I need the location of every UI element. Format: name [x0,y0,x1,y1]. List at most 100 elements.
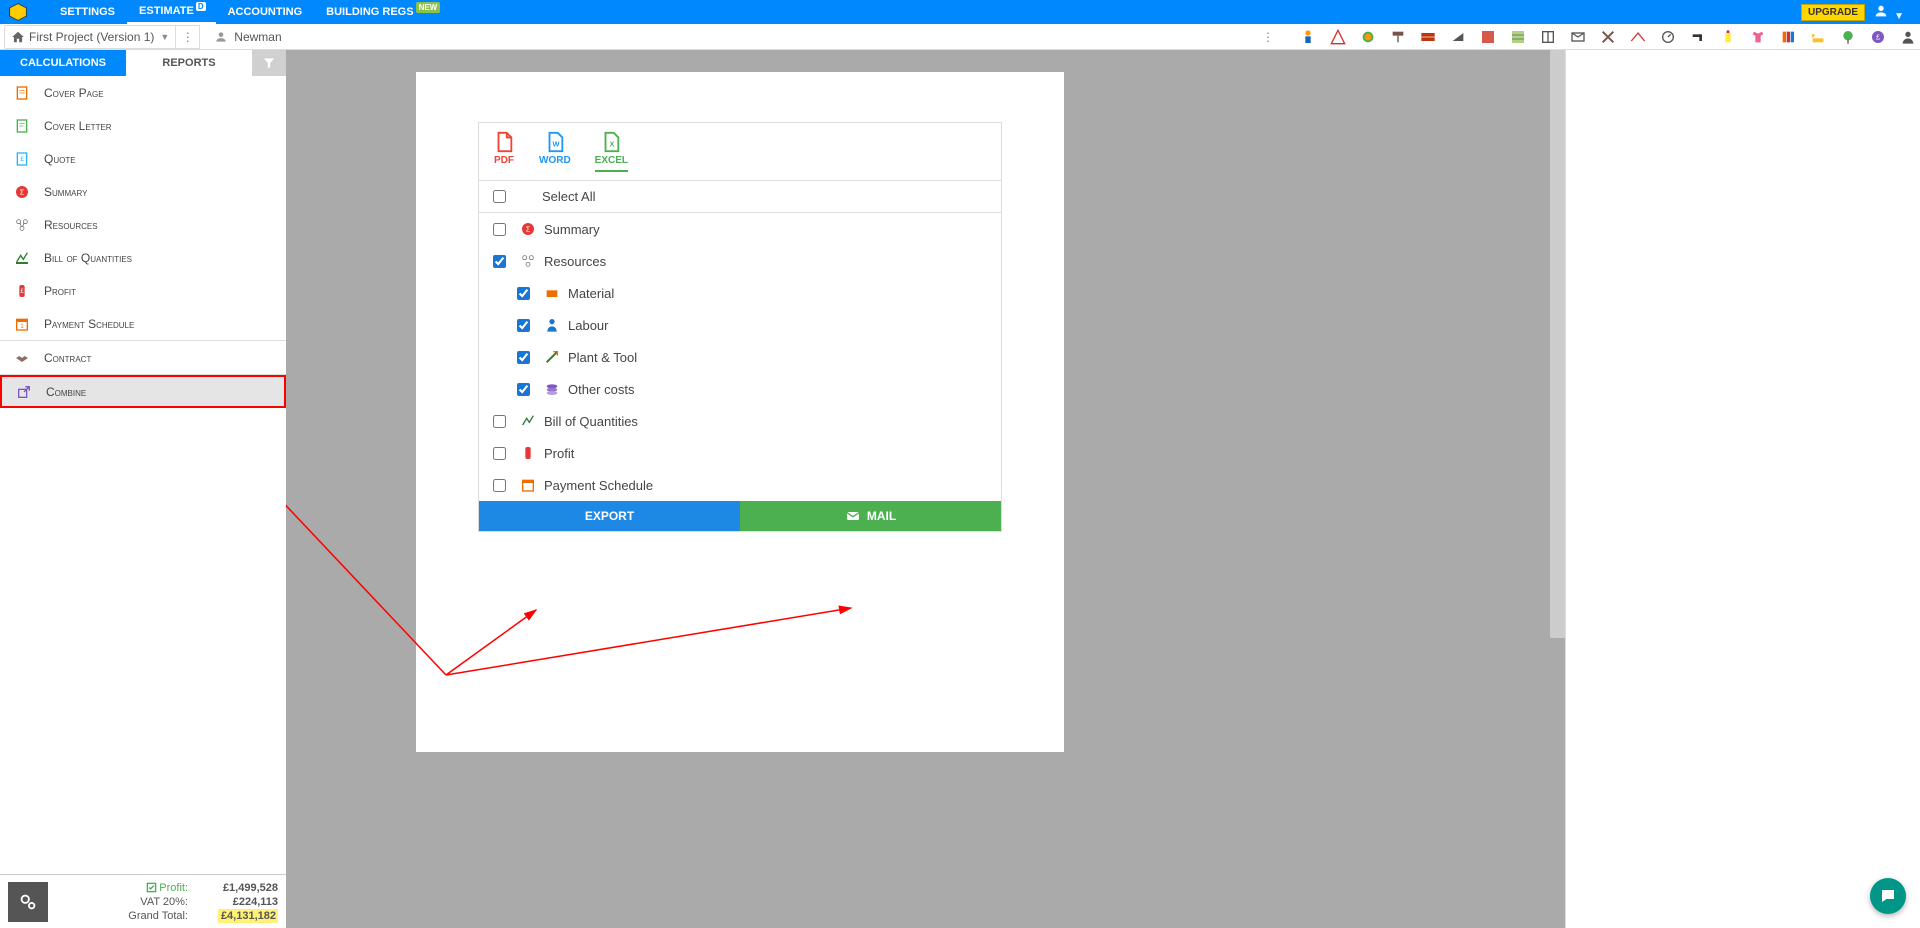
checkbox-material[interactable] [517,287,530,300]
row-boq[interactable]: Bill of Quantities [479,405,1001,437]
checkbox-plant-tool[interactable] [517,351,530,364]
sidebar-item-label: Combine [46,385,86,399]
vertical-scrollbar[interactable] [1550,50,1565,638]
row-resources[interactable]: Resources [479,245,1001,277]
hammer-icon[interactable] [1390,29,1406,45]
wall-icon[interactable] [1510,29,1526,45]
window-icon[interactable] [1540,29,1556,45]
paint-icon[interactable] [1360,29,1376,45]
row-label: Resources [544,254,606,269]
chat-button[interactable] [1870,878,1906,914]
mail-icon [845,508,861,524]
settings-button[interactable] [8,882,48,922]
format-pdf[interactable]: PDF [493,131,515,172]
project-menu-dots[interactable]: ⋮ [176,25,200,49]
checkbox-profit[interactable] [493,447,506,460]
checkbox-select-all[interactable] [493,190,506,203]
row-payment-schedule[interactable]: Payment Schedule [479,469,1001,501]
mail-button[interactable]: MAIL [740,501,1001,531]
nav-settings[interactable]: SETTINGS [48,0,127,24]
sidebar-tabs: CALCULATIONS REPORTS [0,50,286,76]
row-labour[interactable]: Labour [479,309,1001,341]
wedge-icon[interactable] [1450,29,1466,45]
project-toolbar: First Project (Version 1) ▼ ⋮ Newman ⋮ £ [0,24,1920,50]
filter-button[interactable] [252,50,286,76]
format-word[interactable]: WWORD [539,131,571,172]
sidebar-item-cover-letter[interactable]: Cover Letter [0,109,286,142]
export-button[interactable]: EXPORT [479,501,740,531]
tools-icon[interactable] [1600,29,1616,45]
row-label: Profit [544,446,574,461]
format-label: PDF [494,155,514,166]
texture-icon[interactable] [1480,29,1496,45]
heating-icon[interactable] [1720,29,1736,45]
sidebar: CALCULATIONS REPORTS Cover Page Cover Le… [0,50,286,928]
row-label: Labour [568,318,608,333]
tap-icon[interactable] [1690,29,1706,45]
sidebar-item-label: Payment Schedule [44,317,134,331]
category-toolbar: £ [1300,29,1916,45]
chat-icon [1879,887,1897,905]
gauge-icon[interactable] [1660,29,1676,45]
row-plant-tool[interactable]: Plant & Tool [479,341,1001,373]
user-chip[interactable]: Newman [204,25,291,49]
format-row: PDF WWORD XEXCEL [479,123,1001,180]
sidebar-item-quote[interactable]: £Quote [0,142,286,175]
tab-calculations[interactable]: CALCULATIONS [0,50,126,76]
warning-icon[interactable] [1330,29,1346,45]
toolbar-menu-dots[interactable]: ⋮ [1256,25,1280,49]
summary-icon: Σ [520,221,536,237]
vat-value: £224,113 [218,895,278,909]
nav-accounting[interactable]: ACCOUNTING [216,0,315,24]
quote-icon: £ [14,151,30,167]
sidebar-item-contract[interactable]: Contract [0,341,286,374]
funnel-icon [262,56,276,70]
row-summary[interactable]: ΣSummary [479,213,1001,245]
sidebar-item-label: Profit [44,284,76,298]
checkbox-labour[interactable] [517,319,530,332]
svg-text:X: X [610,140,615,149]
project-selector[interactable]: First Project (Version 1) ▼ [4,25,176,49]
brick-icon[interactable] [1420,29,1436,45]
sidebar-item-summary[interactable]: ΣSummary [0,175,286,208]
row-label: Other costs [568,382,634,397]
tree-icon[interactable] [1840,29,1856,45]
row-profit[interactable]: Profit [479,437,1001,469]
document-page: PDF WWORD XEXCEL Select All ΣSummary Res… [416,72,1064,752]
envelope-icon[interactable] [1570,29,1586,45]
calendar-icon: 1 [14,316,30,332]
format-excel[interactable]: XEXCEL [595,131,628,172]
sidebar-items: Cover Page Cover Letter £Quote ΣSummary … [0,76,286,874]
tab-reports[interactable]: REPORTS [126,50,252,76]
app-logo[interactable] [8,2,28,22]
svg-text:W: W [552,140,559,149]
excel-icon: X [600,131,622,153]
checkbox-payment-schedule[interactable] [493,479,506,492]
sidebar-item-profit[interactable]: £Profit [0,274,286,307]
money-icon[interactable]: £ [1870,29,1886,45]
sidebar-item-resources[interactable]: Resources [0,208,286,241]
checkbox-boq[interactable] [493,415,506,428]
person-icon[interactable] [1900,29,1916,45]
checkbox-other-costs[interactable] [517,383,530,396]
sidebar-item-boq[interactable]: Bill of Quantities [0,241,286,274]
user-menu[interactable]: ▼ [1873,3,1904,22]
coins-icon [544,381,560,397]
row-material[interactable]: Material [479,277,1001,309]
sidebar-item-combine[interactable]: Combine [0,375,286,408]
row-other-costs[interactable]: Other costs [479,373,1001,405]
sidebar-item-cover-page[interactable]: Cover Page [0,76,286,109]
upgrade-button[interactable]: UPGRADE [1801,4,1865,21]
nav-building-regs[interactable]: BUILDING REGS NEW [314,0,450,24]
shirt-icon[interactable] [1750,29,1766,45]
worker-icon[interactable] [1300,29,1316,45]
nav-estimate[interactable]: ESTIMATE D [127,0,216,24]
checkbox-resources[interactable] [493,255,506,268]
roof-icon[interactable] [1630,29,1646,45]
row-select-all[interactable]: Select All [479,181,1001,212]
books-icon[interactable] [1780,29,1796,45]
excavator-icon[interactable] [1810,29,1826,45]
checkbox-summary[interactable] [493,223,506,236]
word-icon: W [544,131,566,153]
sidebar-item-payment-schedule[interactable]: 1 Payment Schedule [0,307,286,340]
